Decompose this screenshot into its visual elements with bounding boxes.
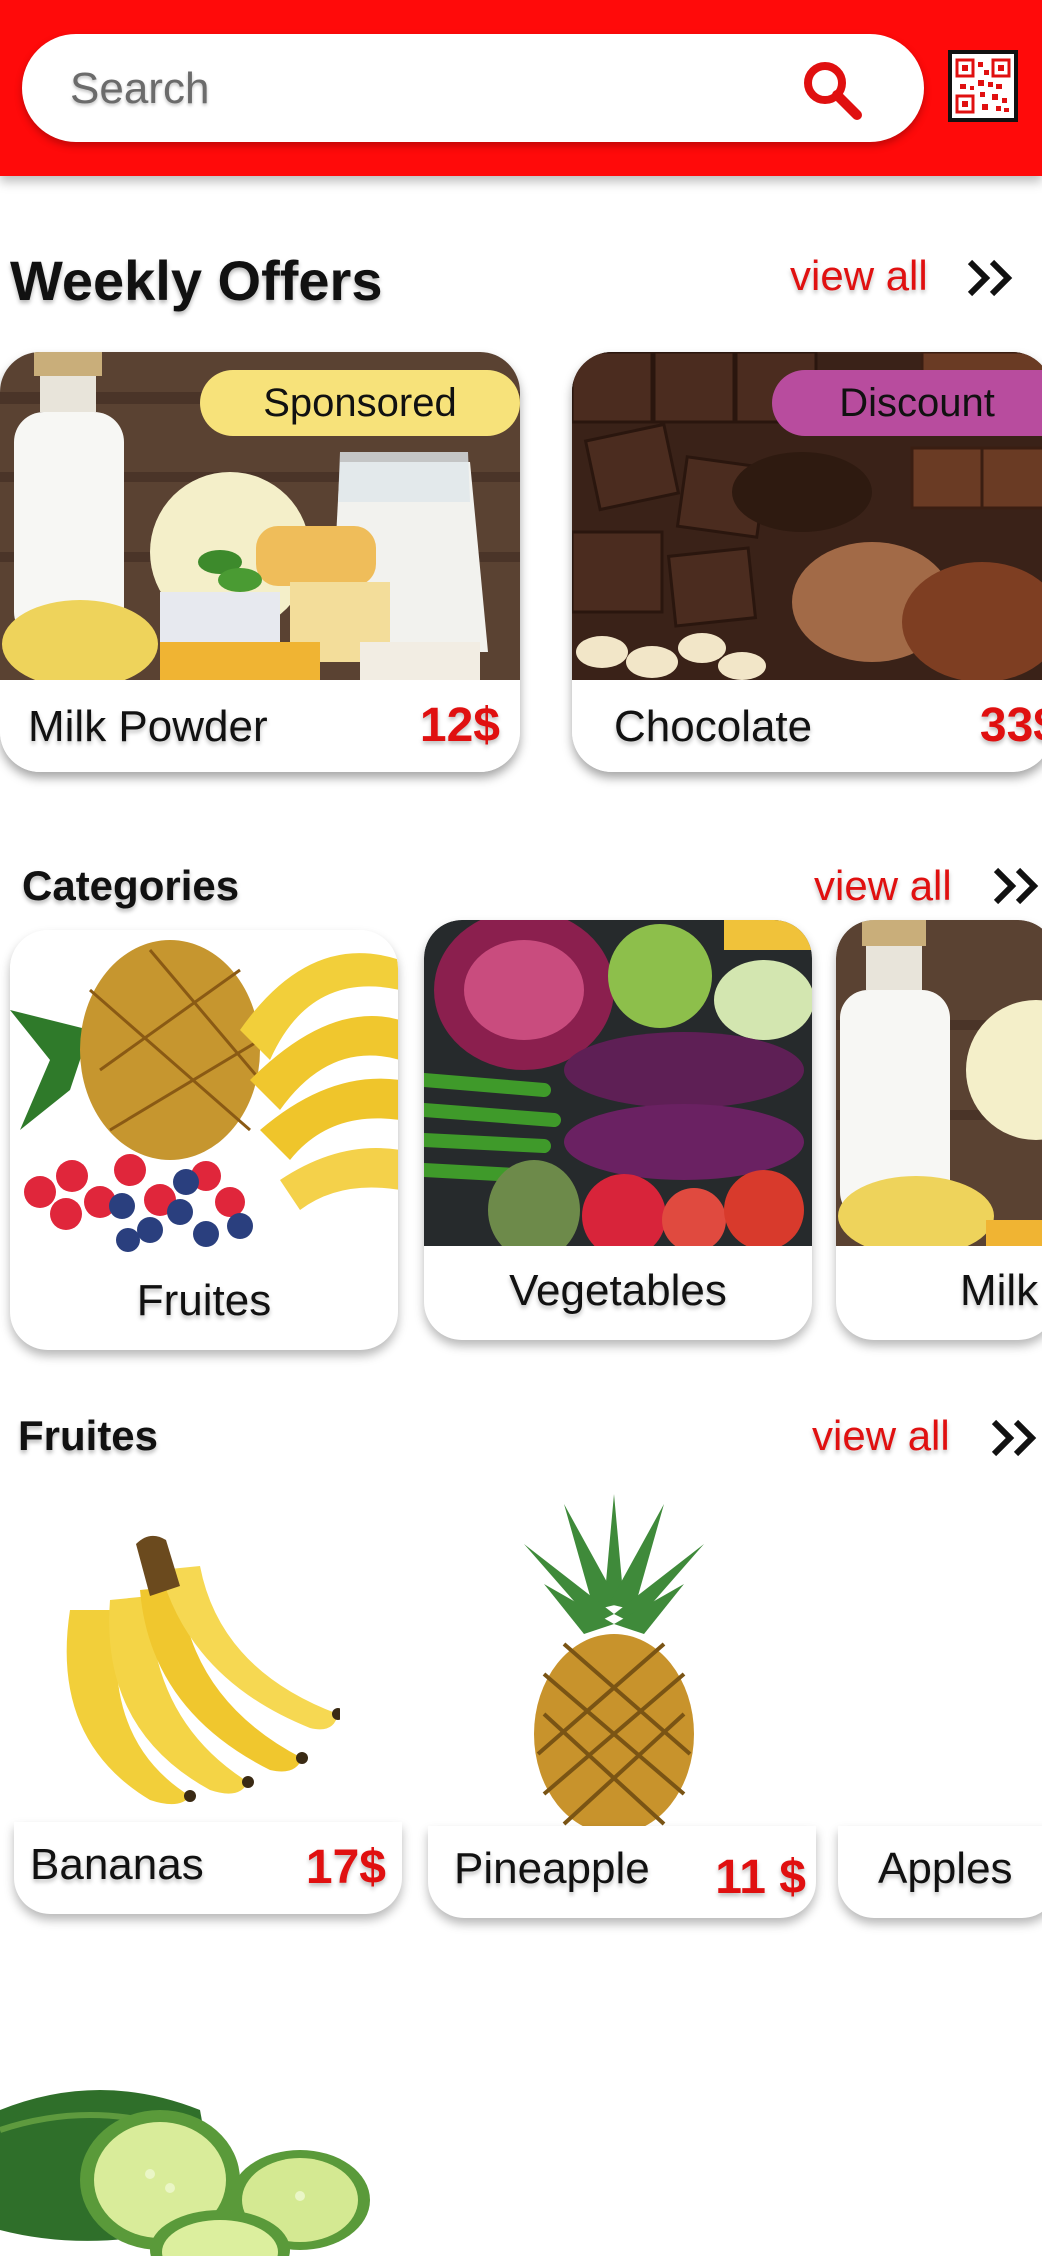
search-input[interactable]: Search: [22, 34, 924, 142]
offer-price: 33$: [979, 699, 1042, 752]
offer-card-footer: Milk Powder 12$: [0, 680, 520, 772]
weekly-offers-view-all[interactable]: view all: [790, 252, 928, 300]
category-label: Milk: [960, 1266, 1039, 1315]
milk-image: [836, 920, 1042, 1246]
product-card-pineapple[interactable]: Pineapple 11 $: [428, 1826, 816, 1918]
bananas-image: [66, 1535, 340, 1805]
product-price: 17$: [305, 1841, 386, 1894]
vegetables-image: [424, 920, 812, 1246]
pineapple-image: [524, 1494, 704, 1834]
categories-title: Categories: [22, 862, 240, 909]
offer-name: Chocolate: [614, 702, 813, 751]
category-label: Vegetables: [509, 1266, 727, 1315]
search-placeholder: Search: [70, 64, 210, 113]
category-label: Fruites: [136, 1276, 272, 1325]
product-name: Bananas: [30, 1840, 204, 1889]
offer-card-milk-powder[interactable]: Sponsored Milk Powder 12$: [0, 352, 520, 772]
product-name: Pineapple: [454, 1844, 650, 1893]
product-price: 11 $: [715, 1851, 806, 1904]
offer-card-chocolate[interactable]: Discount Chocolate 33$: [572, 352, 1042, 772]
offer-price: 12$: [419, 699, 500, 752]
product-name: Apples: [878, 1844, 1013, 1893]
category-card-fruites[interactable]: Fruites: [10, 930, 398, 1350]
double-chevron-right-icon[interactable]: [990, 864, 1042, 908]
categories-view-all[interactable]: view all: [814, 862, 952, 910]
cucumber-image: [0, 2070, 386, 2256]
discount-badge: Discount: [772, 370, 1042, 436]
sponsored-badge: Sponsored: [200, 370, 520, 436]
top-header: Search: [0, 0, 1042, 176]
double-chevron-right-icon[interactable]: [964, 256, 1020, 300]
product-card-cucumber[interactable]: [0, 2070, 386, 2256]
offer-name: Milk Powder: [28, 702, 268, 751]
qr-code-icon[interactable]: [948, 50, 1018, 122]
fruites-title: Fruites: [18, 1412, 159, 1459]
category-card-vegetables[interactable]: Vegetables: [424, 920, 812, 1340]
product-card-bananas[interactable]: Bananas 17$: [14, 1822, 402, 1914]
offer-card-footer: Chocolate 33$: [572, 680, 1042, 772]
double-chevron-right-icon[interactable]: [988, 1416, 1042, 1460]
fruites-view-all[interactable]: view all: [812, 1412, 950, 1460]
category-card-milk[interactable]: Milk: [836, 920, 1042, 1340]
fruits-image: [10, 930, 398, 1256]
weekly-offers-title: Weekly Offers: [10, 249, 383, 312]
product-card-apples[interactable]: Apples: [838, 1826, 1042, 1918]
search-icon[interactable]: [800, 58, 864, 122]
